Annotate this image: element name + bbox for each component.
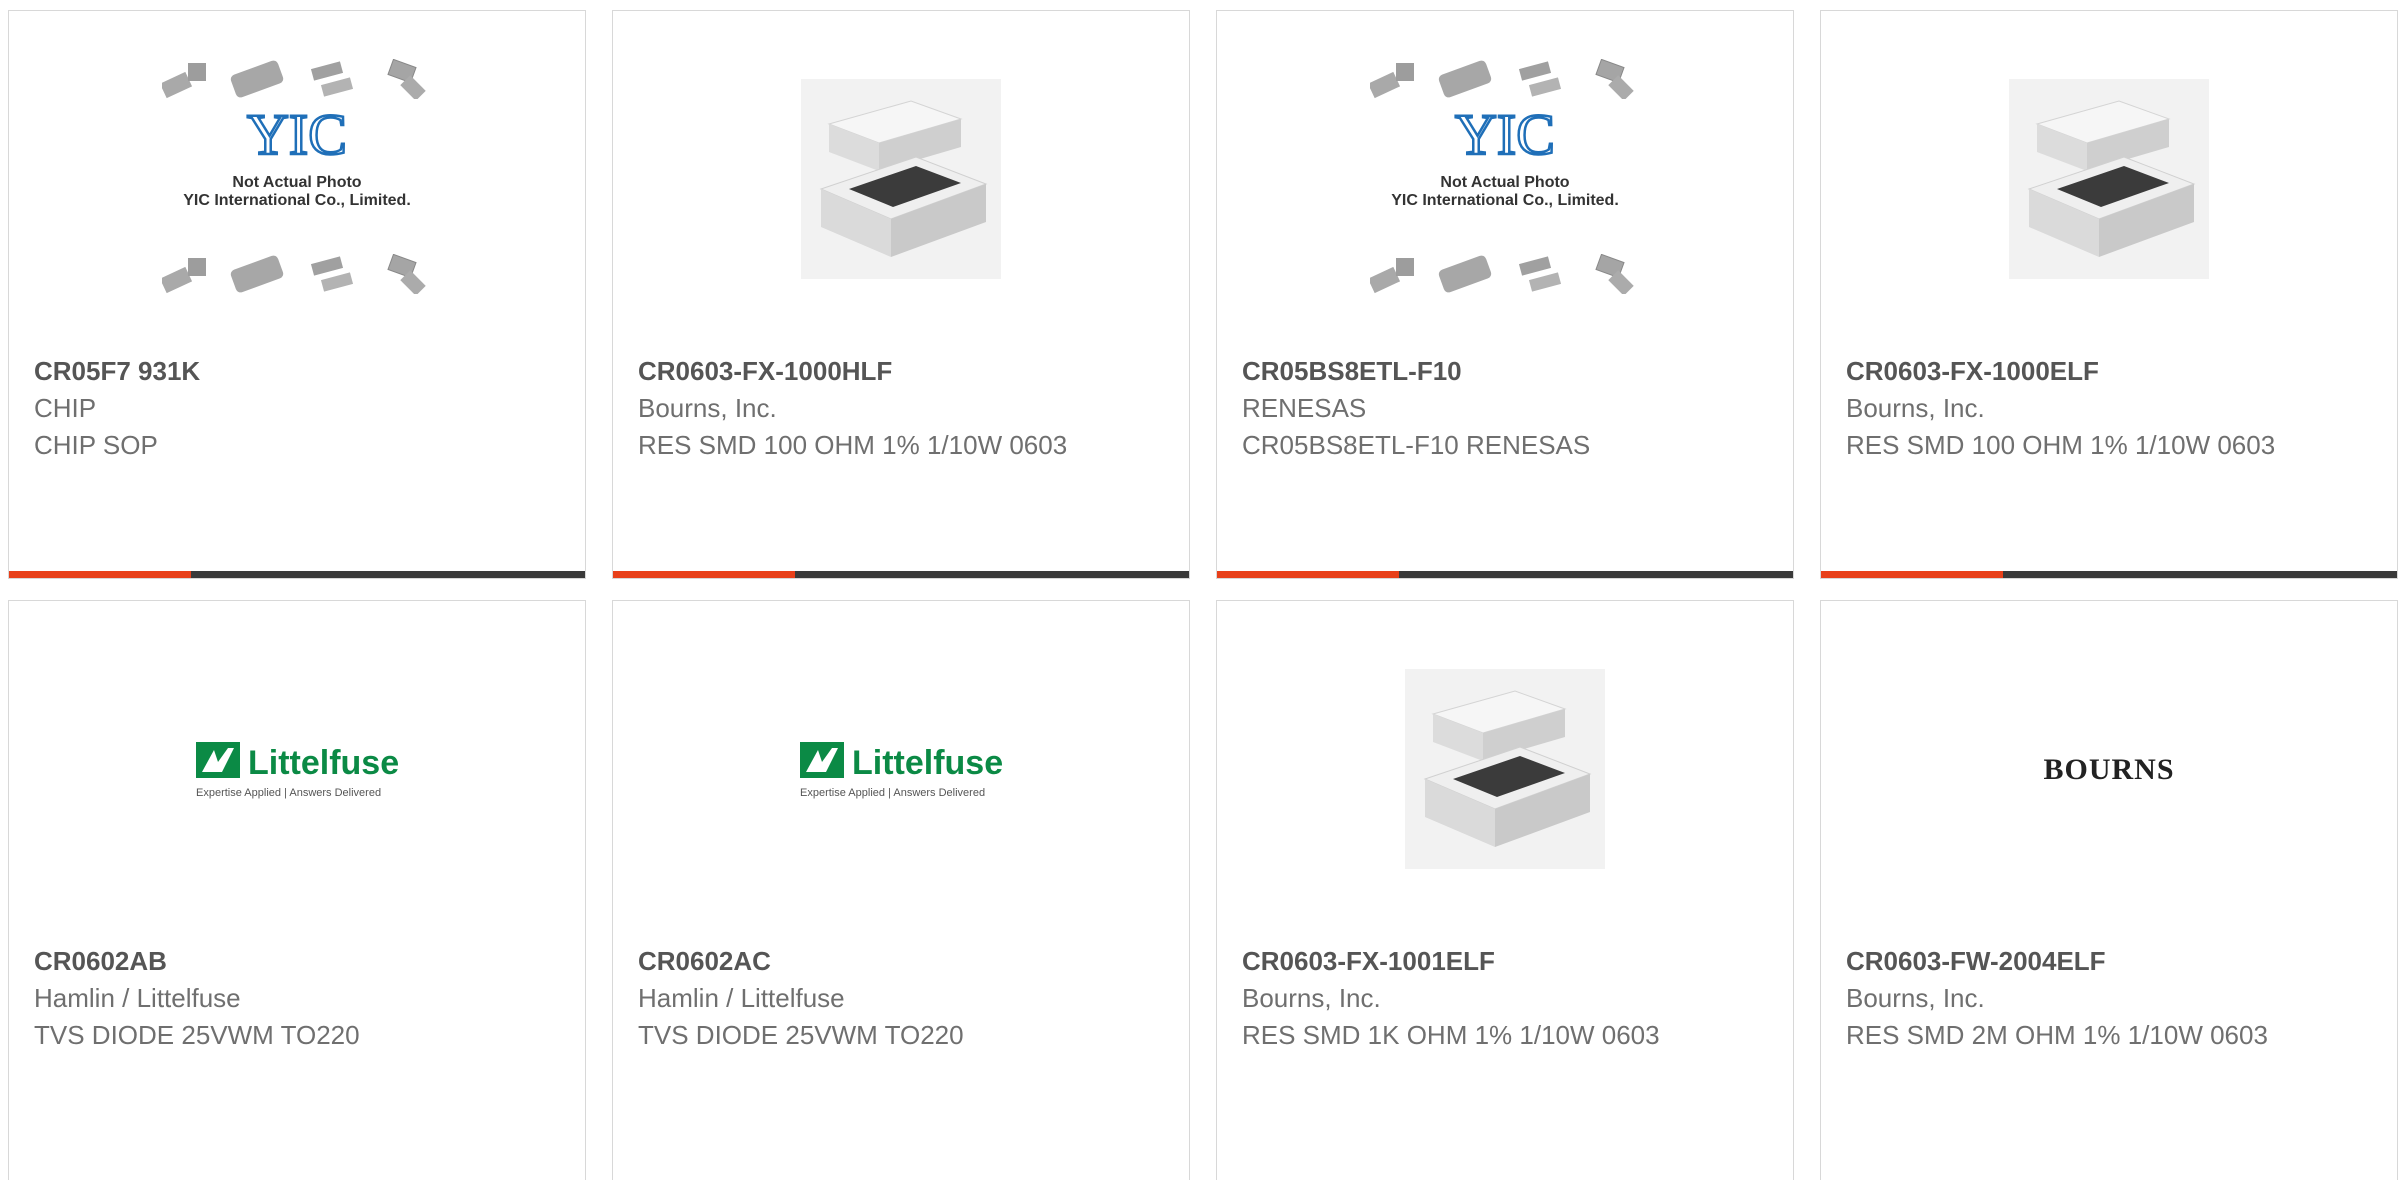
product-image[interactable]: YIC Not Actual Photo YIC International C… (9, 11, 585, 346)
littelfuse-logo: Littelfuse Expertise Applied | Answers D… (196, 741, 399, 799)
bourns-logo: BOURNS (2043, 753, 2174, 786)
yic-logo-text: YIC (1455, 102, 1555, 167)
description: CHIP SOP (34, 430, 158, 460)
chip-resistor-image (801, 79, 1001, 279)
description: RES SMD 2M OHM 1% 1/10W 0603 (1846, 1020, 2268, 1050)
product-card[interactable]: CR0603-FX-1000HLF Bourns, Inc. RES SMD 1… (612, 10, 1190, 579)
product-card[interactable]: BOURNS CR0603-FW-2004ELF Bourns, Inc. RE… (1820, 600, 2398, 1180)
manufacturer: CHIP (34, 393, 97, 423)
svg-text:Littelfuse: Littelfuse (852, 744, 1003, 782)
svg-text:BOURNS: BOURNS (2043, 753, 2174, 786)
product-card[interactable]: Littelfuse Expertise Applied | Answers D… (8, 600, 586, 1180)
product-image[interactable] (613, 11, 1189, 346)
product-card[interactable]: CR0603-FX-1001ELF Bourns, Inc. RES SMD 1… (1216, 600, 1794, 1180)
svg-text:Not Actual Photo: Not Actual Photo (232, 174, 361, 191)
card-bottom-bar (1821, 571, 2397, 578)
card-bottom-bar (9, 571, 585, 578)
yic-placeholder-image: YIC Not Actual Photo YIC International C… (162, 58, 427, 294)
chip-resistor-image (1405, 669, 1605, 869)
description: TVS DIODE 25VWM TO220 (34, 1020, 360, 1050)
manufacturer: Bourns, Inc. (1242, 983, 1381, 1013)
manufacturer: Hamlin / Littelfuse (638, 983, 845, 1013)
description: TVS DIODE 25VWM TO220 (638, 1020, 964, 1050)
svg-text:Expertise Applied | Answers De: Expertise Applied | Answers Delivered (800, 787, 985, 799)
product-image[interactable]: Littelfuse Expertise Applied | Answers D… (613, 601, 1189, 936)
part-number-link[interactable]: CR0602AB (34, 943, 565, 980)
part-number-link[interactable]: CR0603-FX-1000HLF (638, 353, 1169, 390)
manufacturer: Hamlin / Littelfuse (34, 983, 241, 1013)
description: CR05BS8ETL-F10 RENESAS (1242, 430, 1591, 460)
card-bottom-bar (613, 571, 1189, 578)
svg-text:Expertise Applied | Answers De: Expertise Applied | Answers Delivered (196, 787, 381, 799)
description: RES SMD 1K OHM 1% 1/10W 0603 (1242, 1020, 1660, 1050)
chip-resistor-image (2009, 79, 2209, 279)
manufacturer: RENESAS (1242, 393, 1367, 423)
svg-text:YIC International Co., Limited: YIC International Co., Limited. (1391, 192, 1619, 209)
manufacturer: Bourns, Inc. (638, 393, 777, 423)
product-image[interactable] (1217, 601, 1793, 936)
part-number-link[interactable]: CR0603-FW-2004ELF (1846, 943, 2377, 980)
littelfuse-logo: Littelfuse Expertise Applied | Answers D… (800, 741, 1003, 799)
description: RES SMD 100 OHM 1% 1/10W 0603 (638, 430, 1068, 460)
svg-text:YIC International Co., Limited: YIC International Co., Limited. (183, 192, 411, 209)
product-card[interactable]: CR0603-FX-1000ELF Bourns, Inc. RES SMD 1… (1820, 10, 2398, 579)
card-bottom-bar (1217, 571, 1793, 578)
yic-logo-text: YIC (247, 102, 347, 167)
product-card[interactable]: YIC Not Actual Photo YIC International C… (8, 10, 586, 579)
product-image[interactable]: YIC Not Actual Photo YIC International C… (1217, 11, 1793, 346)
part-number-link[interactable]: CR0602AC (638, 943, 1169, 980)
part-number-link[interactable]: CR05BS8ETL-F10 (1242, 353, 1773, 390)
part-number-link[interactable]: CR0603-FX-1001ELF (1242, 943, 1773, 980)
product-image[interactable] (1821, 11, 2397, 346)
product-image[interactable]: BOURNS (1821, 601, 2397, 936)
part-number-link[interactable]: CR05F7 931K (34, 353, 565, 390)
svg-text:Not Actual Photo: Not Actual Photo (1440, 174, 1569, 191)
product-image[interactable]: Littelfuse Expertise Applied | Answers D… (9, 601, 585, 936)
part-number-link[interactable]: CR0603-FX-1000ELF (1846, 353, 2377, 390)
description: RES SMD 100 OHM 1% 1/10W 0603 (1846, 430, 2276, 460)
product-card[interactable]: Littelfuse Expertise Applied | Answers D… (612, 600, 1190, 1180)
yic-placeholder-image: YIC Not Actual Photo YIC International C… (1370, 58, 1635, 294)
manufacturer: Bourns, Inc. (1846, 983, 1985, 1013)
svg-text:Littelfuse: Littelfuse (248, 744, 399, 782)
manufacturer: Bourns, Inc. (1846, 393, 1985, 423)
product-card[interactable]: YIC Not Actual Photo YIC International C… (1216, 10, 1794, 579)
